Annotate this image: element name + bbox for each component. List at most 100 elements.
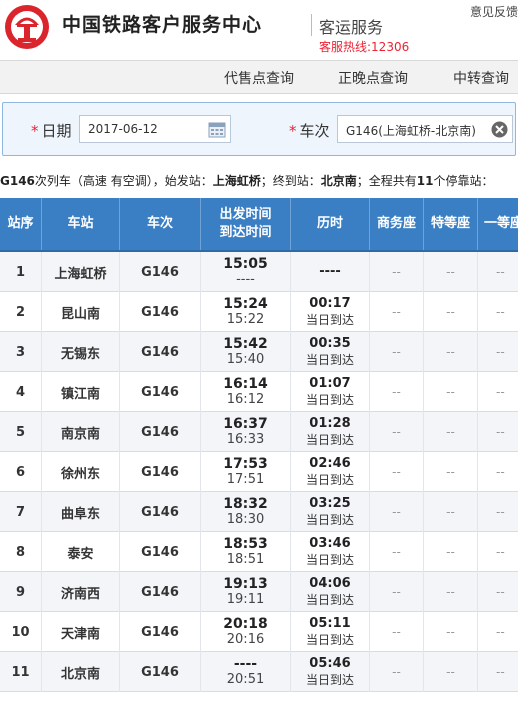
site-header: 中国铁路客户服务中心 客运服务 客服热线:12306 意见反馈 [0, 0, 518, 58]
summary-stop-count: 11 [416, 174, 434, 188]
cell-times: 19:13 19:11 [201, 572, 291, 612]
table-row: 2 昆山南 G146 15:24 15:22 00:17 当日到达 -- -- -- [0, 292, 518, 332]
cell-duration-value: 00:35 [309, 336, 351, 351]
cell-duration: 00:17 当日到达 [291, 292, 370, 332]
train-field[interactable]: G146(上海虹桥-北京南) [337, 115, 513, 143]
cell-no: 9 [0, 572, 42, 612]
cell-duration: 03:25 当日到达 [291, 492, 370, 532]
cell-premium-seat: -- [424, 332, 478, 372]
cell-station: 曲阜东 [42, 492, 120, 532]
cell-duration-value: 03:25 [309, 496, 351, 511]
cell-station: 无锡东 [42, 332, 120, 372]
cell-first-seat: -- [478, 452, 518, 492]
cell-arrival: 17:51 [226, 472, 265, 487]
nav-item-transfer-query[interactable]: 中转查询 [453, 68, 509, 88]
cell-arrival-note: 当日到达 [305, 353, 354, 367]
cell-train: G146 [120, 372, 201, 412]
cell-departure: 15:24 [223, 296, 268, 312]
date-value: 2017-06-12 [88, 122, 158, 136]
cell-first-seat: -- [478, 252, 518, 292]
hotline-text: 客服热线:12306 [319, 40, 410, 54]
cell-first-seat: -- [478, 652, 518, 692]
cell-business-seat: -- [370, 332, 424, 372]
feedback-link[interactable]: 意见反馈 [470, 3, 518, 20]
date-field[interactable]: 2017-06-12 [79, 115, 231, 143]
cell-no: 4 [0, 372, 42, 412]
cell-no: 7 [0, 492, 42, 532]
cell-departure: 15:05 [223, 256, 268, 272]
cell-times: 18:32 18:30 [201, 492, 291, 532]
cell-premium-seat: -- [424, 532, 478, 572]
cell-duration-value: 02:46 [309, 456, 351, 471]
cell-first-seat: -- [478, 532, 518, 572]
date-label: * 日期 [31, 122, 72, 140]
cell-business-seat: -- [370, 252, 424, 292]
cell-departure: 16:14 [223, 376, 268, 392]
cell-times: 20:18 20:16 [201, 612, 291, 652]
cell-arrival-note: 当日到达 [305, 513, 354, 527]
cell-train: G146 [120, 332, 201, 372]
cell-duration-value: 00:17 [309, 296, 351, 311]
table-row: 4 镇江南 G146 16:14 16:12 01:07 当日到达 -- -- -- [0, 372, 518, 412]
table-row: 10 天津南 G146 20:18 20:16 05:11 当日到达 -- -- -- [0, 612, 518, 652]
cell-no: 5 [0, 412, 42, 452]
cell-premium-seat: -- [424, 652, 478, 692]
cell-duration: 05:46 当日到达 [291, 652, 370, 692]
cell-departure: ---- [233, 656, 258, 672]
train-value: G146(上海虹桥-北京南) [346, 124, 476, 138]
table-body: 1 上海虹桥 G146 15:05 ---- ---- -- -- -- 2 昆山南 G146 15:2… [0, 252, 518, 692]
cell-station: 济南西 [42, 572, 120, 612]
col-header-duration: 历时 [291, 198, 370, 250]
summary-start-station: 上海虹桥 [212, 174, 261, 188]
clear-icon[interactable] [491, 121, 508, 138]
cell-first-seat: -- [478, 572, 518, 612]
cell-times: 17:53 17:51 [201, 452, 291, 492]
cell-arrival: 15:40 [226, 352, 265, 367]
cell-station: 上海虹桥 [42, 252, 120, 292]
cell-station: 南京南 [42, 412, 120, 452]
cell-departure: 18:32 [223, 496, 268, 512]
cell-no: 8 [0, 532, 42, 572]
col-header-station: 车站 [42, 198, 120, 250]
cell-business-seat: -- [370, 372, 424, 412]
nav-item-punctuality-query[interactable]: 正晚点查询 [338, 68, 408, 88]
cell-departure: 19:13 [223, 576, 268, 592]
cell-duration-value: 05:46 [309, 656, 351, 671]
col-header-first: 一等座 [478, 198, 518, 250]
cell-duration: 00:35 当日到达 [291, 332, 370, 372]
cell-duration-value: 01:28 [309, 416, 351, 431]
cell-times: 15:42 15:40 [201, 332, 291, 372]
service-title: 客运服务 [319, 18, 384, 37]
cell-duration: 05:11 当日到达 [291, 612, 370, 652]
cell-train: G146 [120, 572, 201, 612]
cell-station: 天津南 [42, 612, 120, 652]
cell-train: G146 [120, 252, 201, 292]
cell-arrival-note: 当日到达 [305, 593, 354, 607]
cell-duration-value: 04:06 [309, 576, 351, 591]
cell-first-seat: -- [478, 612, 518, 652]
stops-table: 站序 车站 车次 出发时间 到达时间 历时 商务座 特等座 一等座 1 上海虹桥 G… [0, 198, 518, 692]
cell-premium-seat: -- [424, 292, 478, 332]
cell-arrival-note: 当日到达 [305, 433, 354, 447]
cell-first-seat: -- [478, 412, 518, 452]
train-summary: G146次列车（高速 有空调），始发站：上海虹桥；终到站：北京南；全程共有11个… [0, 174, 494, 188]
table-row: 1 上海虹桥 G146 15:05 ---- ---- -- -- -- [0, 252, 518, 292]
cell-duration: 01:28 当日到达 [291, 412, 370, 452]
cell-first-seat: -- [478, 332, 518, 372]
cell-station: 徐州东 [42, 452, 120, 492]
col-header-time: 出发时间 到达时间 [201, 198, 291, 250]
cell-duration: 01:07 当日到达 [291, 372, 370, 412]
cell-business-seat: -- [370, 532, 424, 572]
cell-premium-seat: -- [424, 572, 478, 612]
nav-item-agency-query[interactable]: 代售点查询 [224, 68, 294, 88]
cell-train: G146 [120, 492, 201, 532]
col-header-premium: 特等座 [424, 198, 478, 250]
cell-arrival: 19:11 [226, 592, 265, 607]
cell-station: 泰安 [42, 532, 120, 572]
cell-train: G146 [120, 452, 201, 492]
cell-departure: 18:53 [223, 536, 268, 552]
cell-arrival-note: 当日到达 [305, 553, 354, 567]
cell-station: 北京南 [42, 652, 120, 692]
calendar-icon[interactable] [208, 120, 226, 138]
cell-times: ---- 20:51 [201, 652, 291, 692]
